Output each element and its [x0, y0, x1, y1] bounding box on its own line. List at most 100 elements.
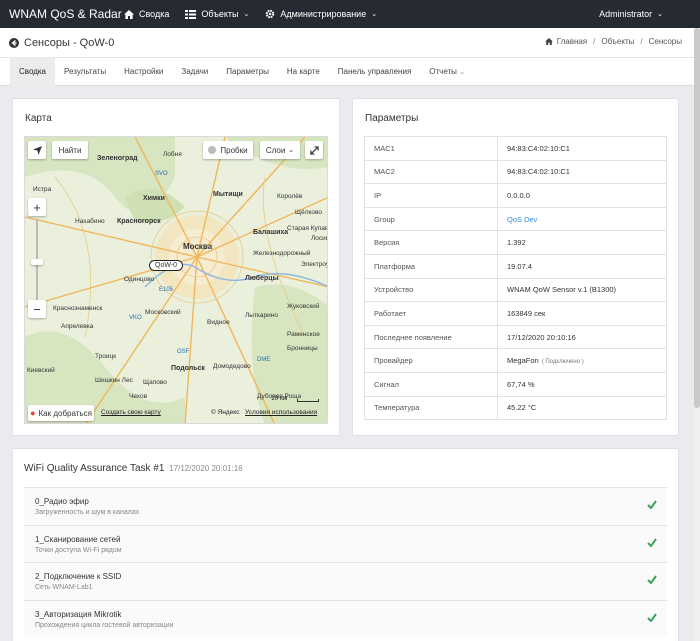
map-place-label: Нахабино — [75, 218, 105, 225]
tab-tasks[interactable]: Задачи — [172, 58, 217, 86]
traffic-label: Пробки — [220, 145, 248, 155]
task-row[interactable]: 3_Авторизация Mikrotik Прохождения цикла … — [24, 599, 667, 637]
tab-on-map[interactable]: На карте — [278, 58, 329, 86]
layers-button[interactable]: Слои ⌄ — [260, 141, 300, 159]
param-value-cell: QoS Dev — [497, 206, 667, 232]
map-scale: 10 км — [271, 395, 288, 402]
traffic-button[interactable]: Пробки — [203, 141, 253, 159]
params-row: Устройство WNAM QoW Sensor v.1 (B1300) — [364, 277, 667, 303]
tab-dashboard[interactable]: Панель управления — [329, 58, 421, 86]
param-key: Group — [364, 206, 498, 232]
fullscreen-icon[interactable] — [305, 141, 323, 159]
gear-icon — [266, 9, 275, 19]
param-key: IP — [364, 183, 498, 208]
brand-logo[interactable]: WNAM QoS & Radar — [0, 7, 122, 21]
grid-icon — [185, 9, 197, 19]
param-key: Провайдер — [364, 348, 498, 373]
param-value-cell: 67,74 % — [497, 371, 667, 397]
map-place-label: Железнодорожный — [253, 250, 311, 257]
chevron-down-icon: ⌄ — [459, 68, 466, 76]
param-key: Температура — [364, 395, 498, 421]
task-row[interactable]: 2_Подключение к SSID Сеть WNAM-Lab1 — [24, 562, 667, 600]
page-header: Сенсоры - QoW-0 Главная / Объекты / Сенс… — [0, 28, 700, 58]
map-place-label: Щёлково — [295, 209, 323, 216]
tab-reports[interactable]: Отчеты ⌄ — [420, 58, 474, 86]
zoom-out-button[interactable]: − — [28, 300, 46, 318]
param-value-cell: 45.22 °C — [497, 395, 667, 421]
check-icon — [647, 612, 657, 622]
param-key: Последнее появление — [364, 324, 498, 350]
route-button[interactable]: ● Как добраться — [28, 405, 94, 421]
route-label: Как добраться — [38, 408, 92, 418]
params-card-title: Параметры — [365, 113, 419, 124]
page-scrollbar-thumb[interactable] — [694, 28, 700, 408]
params-row: Последнее появление 17/12/2020 20:10:16 — [364, 324, 667, 350]
back-arrow-icon[interactable] — [9, 37, 19, 48]
breadcrumb-objects[interactable]: Объекты — [601, 37, 634, 46]
param-value-cell: 0.0.0.0 — [497, 183, 667, 208]
task-name: 3_Авторизация Mikrotik — [35, 609, 122, 619]
param-key: Платформа — [364, 253, 498, 279]
tab-results[interactable]: Результаты — [55, 58, 115, 86]
user-menu[interactable]: Administrator ⌄ — [599, 0, 663, 28]
nav-item-label: Администрирование — [280, 9, 367, 19]
top-navbar: WNAM QoS & Radar Сводка Объекты ⌄ Админи… — [0, 0, 700, 28]
breadcrumb-separator: / — [640, 37, 643, 46]
home-icon — [124, 9, 134, 19]
map-place-label: Лобня — [163, 151, 182, 158]
map-place-label: Одинцово — [124, 276, 155, 283]
nav-item-objects[interactable]: Объекты ⌄ — [185, 9, 249, 19]
breadcrumb: Главная / Объекты / Сенсоры — [544, 37, 682, 46]
home-icon — [544, 38, 553, 45]
locate-icon[interactable] — [28, 141, 46, 159]
param-value[interactable]: QoS Dev — [507, 215, 537, 224]
zoom-slider-handle[interactable] — [31, 259, 43, 265]
task-description: Точки доступа Wi-Fi рядом — [35, 546, 122, 554]
param-value-cell: 19.07.4 — [497, 253, 667, 279]
nav-item-summary[interactable]: Сводка — [124, 9, 169, 19]
map-place-label: Шишкин Лес — [95, 377, 133, 384]
task-name: 0_Радио эфир — [35, 497, 89, 506]
params-table: MAC1 94:83:C4:02:10:C1 MAC2 94:83:C4:02:10:… — [364, 136, 667, 421]
map-find-button[interactable]: Найти — [52, 141, 88, 159]
tab-parameters[interactable]: Параметры — [217, 58, 278, 86]
nav-item-admin[interactable]: Администрирование ⌄ — [265, 9, 377, 19]
param-value: 19.07.4 — [507, 261, 533, 271]
user-name: Administrator — [599, 9, 653, 19]
yandex-map[interactable]: Найти Пробки Слои ⌄ + − Зеленоград Лобня Ис… — [24, 136, 328, 424]
chevron-down-icon: ⌄ — [371, 11, 378, 18]
terms-link[interactable]: Условия использования — [245, 409, 317, 416]
map-card-title: Карта — [25, 113, 52, 124]
map-place-label: Красногорск — [117, 218, 161, 225]
zoom-in-button[interactable]: + — [28, 198, 46, 216]
task-title: WiFi Quality Assurance Task #1 17/12/202… — [24, 463, 243, 474]
layers-label: Слои — [265, 145, 286, 155]
nav-item-label: Сводка — [139, 9, 170, 19]
tab-reports-label: Отчеты — [429, 66, 457, 76]
param-value-cell: 94:83:C4:02:10:C1 — [497, 159, 667, 185]
map-place-label: Москва — [183, 242, 213, 251]
map-place-label: Троицк — [95, 353, 117, 360]
check-icon — [647, 575, 657, 584]
map-place-label: Королёв — [277, 193, 303, 200]
map-badge-label: DME — [257, 357, 271, 363]
chevron-down-icon: ⌄ — [288, 147, 295, 154]
param-value: 163849 сек — [507, 308, 546, 318]
map-place-label: Домодедово — [213, 363, 251, 370]
tab-settings[interactable]: Настройки — [115, 58, 172, 86]
task-row[interactable]: 0_Радио эфир Загруженность и шум в канала… — [24, 487, 667, 525]
create-map-link[interactable]: Создать свою карту — [101, 409, 161, 416]
map-place-label: Киевский — [27, 367, 55, 374]
map-place-label: Истра — [33, 186, 52, 193]
sensor-marker[interactable]: QoW-0 — [149, 260, 184, 271]
tab-summary[interactable]: Сводка — [10, 57, 56, 86]
task-title-text: WiFi Quality Assurance Task #1 — [24, 463, 165, 474]
param-value: 94:83:C4:02:10:C1 — [507, 167, 570, 177]
param-key: Версия — [364, 230, 498, 255]
map-place-label: Старая Купавна — [287, 225, 328, 232]
map-place-label: Московский — [145, 309, 181, 316]
task-row[interactable]: 1_Сканирование сетей Точки доступа Wi-Fi … — [24, 524, 667, 562]
param-value: WNAM QoW Sensor v.1 (B1300) — [507, 285, 617, 295]
breadcrumb-home[interactable]: Главная — [557, 37, 587, 46]
map-terrain — [25, 137, 327, 423]
